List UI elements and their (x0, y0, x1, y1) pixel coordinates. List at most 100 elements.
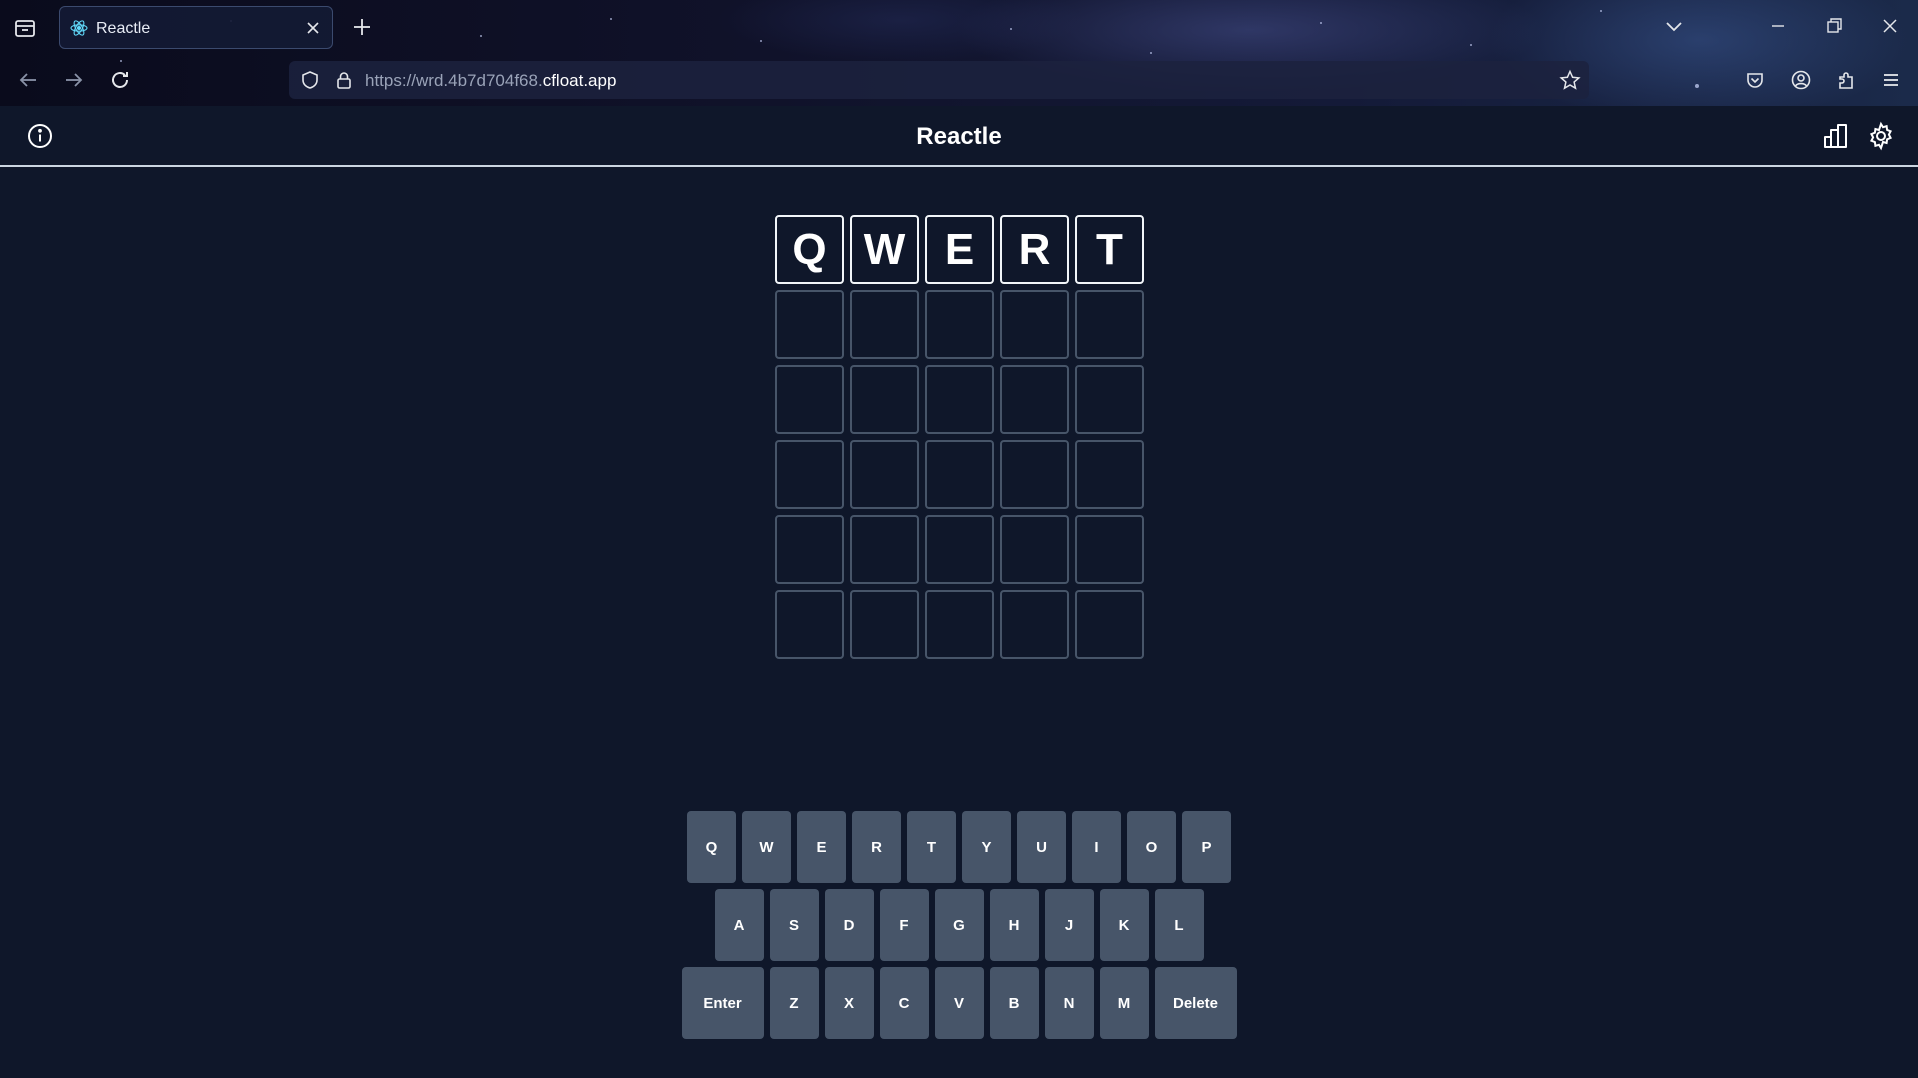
key-button[interactable]: K (1099, 889, 1149, 961)
key-button[interactable]: W (742, 811, 791, 883)
key-button[interactable]: J (1044, 889, 1094, 961)
letter-tile (850, 515, 919, 584)
hamburger-menu-icon[interactable] (1880, 69, 1902, 91)
gear-icon[interactable] (1866, 121, 1896, 151)
letter-tile (775, 290, 844, 359)
react-icon (70, 19, 88, 37)
key-button[interactable]: E (797, 811, 846, 883)
minimize-icon[interactable] (1766, 14, 1790, 38)
letter-tile (775, 440, 844, 509)
letter-tile: E (925, 215, 994, 284)
letter-tile (850, 290, 919, 359)
url-prefix: https://wrd.4b7d704f68. (365, 71, 543, 90)
lock-icon[interactable] (333, 69, 355, 91)
address-bar[interactable]: https://wrd.4b7d704f68.cfloat.app (289, 61, 1589, 99)
guess-row (775, 365, 1146, 434)
url-text[interactable]: https://wrd.4b7d704f68.cfloat.app (365, 71, 616, 91)
app-header: Reactle (0, 106, 1918, 167)
key-button[interactable]: H (989, 889, 1039, 961)
new-tab-icon[interactable] (350, 15, 374, 39)
key-button[interactable]: S (769, 889, 819, 961)
background-star (1010, 28, 1012, 30)
letter-tile: Q (775, 215, 844, 284)
on-screen-keyboard: Q W E R T Y U I O P A S D F G H J K L En… (0, 811, 1918, 1045)
letter-tile (850, 440, 919, 509)
guess-row (775, 290, 1146, 359)
letter-tile (1000, 440, 1069, 509)
letter-tile (1075, 515, 1144, 584)
letter-tile (775, 515, 844, 584)
guess-row (775, 590, 1146, 659)
stats-chart-icon[interactable] (1822, 122, 1850, 150)
background-star (1470, 44, 1472, 46)
letter-tile: R (1000, 215, 1069, 284)
extensions-icon[interactable] (1835, 69, 1857, 91)
key-button[interactable]: Q (687, 811, 736, 883)
key-button[interactable]: A (714, 889, 764, 961)
reload-icon[interactable] (108, 68, 132, 92)
key-button[interactable]: B (989, 967, 1039, 1039)
pocket-icon[interactable] (1744, 69, 1766, 91)
key-button[interactable]: Y (962, 811, 1011, 883)
close-window-icon[interactable] (1878, 14, 1902, 38)
tab-list-icon[interactable] (12, 15, 38, 41)
account-icon[interactable] (1790, 69, 1812, 91)
background-star (480, 35, 482, 37)
key-button[interactable]: L (1154, 889, 1204, 961)
background-star (120, 60, 122, 62)
delete-key-button[interactable]: Delete (1154, 967, 1237, 1039)
background-star (1695, 84, 1699, 88)
key-button[interactable]: O (1127, 811, 1176, 883)
keyboard-row: A S D F G H J K L (0, 889, 1918, 961)
guess-row: Q W E R T (775, 215, 1146, 284)
key-button[interactable]: I (1072, 811, 1121, 883)
restore-icon[interactable] (1822, 14, 1846, 38)
keyboard-row: Q W E R T Y U I O P (0, 811, 1918, 883)
key-button[interactable]: M (1099, 967, 1149, 1039)
browser-chrome: Reactle https://wrd.4b7d704f68.cfloat.ap… (0, 0, 1918, 106)
background-star (1150, 52, 1152, 54)
shield-icon[interactable] (299, 69, 321, 91)
key-button[interactable]: N (1044, 967, 1094, 1039)
page-title: Reactle (916, 123, 1002, 150)
key-button[interactable]: G (934, 889, 984, 961)
enter-key-button[interactable]: Enter (681, 967, 764, 1039)
guess-row (775, 440, 1146, 509)
letter-tile (1075, 290, 1144, 359)
letter-tile (1000, 365, 1069, 434)
key-button[interactable]: U (1017, 811, 1066, 883)
key-button[interactable]: F (879, 889, 929, 961)
bookmark-star-icon[interactable] (1559, 69, 1581, 91)
letter-tile (1075, 590, 1144, 659)
letter-tile (850, 590, 919, 659)
key-button[interactable]: T (907, 811, 956, 883)
letter-tile (775, 590, 844, 659)
guess-grid: Q W E R T (775, 215, 1146, 665)
url-domain: cfloat.app (542, 71, 617, 90)
letter-tile (925, 290, 994, 359)
key-button[interactable]: R (852, 811, 901, 883)
chevron-down-icon[interactable] (1662, 14, 1686, 38)
close-tab-icon[interactable] (304, 19, 322, 37)
key-button[interactable]: V (934, 967, 984, 1039)
letter-tile (1075, 365, 1144, 434)
letter-tile: T (1075, 215, 1144, 284)
key-button[interactable]: X (824, 967, 874, 1039)
letter-tile (925, 365, 994, 434)
key-button[interactable]: P (1182, 811, 1231, 883)
background-star (1600, 10, 1602, 12)
letter-tile (1000, 290, 1069, 359)
forward-arrow-icon[interactable] (62, 68, 86, 92)
key-button[interactable]: D (824, 889, 874, 961)
letter-tile (775, 365, 844, 434)
background-star (610, 18, 612, 20)
letter-tile (925, 590, 994, 659)
background-star (1320, 22, 1322, 24)
key-button[interactable]: Z (769, 967, 819, 1039)
letter-tile: W (850, 215, 919, 284)
letter-tile (850, 365, 919, 434)
browser-tab[interactable]: Reactle (59, 6, 333, 49)
key-button[interactable]: C (879, 967, 929, 1039)
back-arrow-icon[interactable] (16, 68, 40, 92)
tab-title: Reactle (96, 20, 151, 37)
